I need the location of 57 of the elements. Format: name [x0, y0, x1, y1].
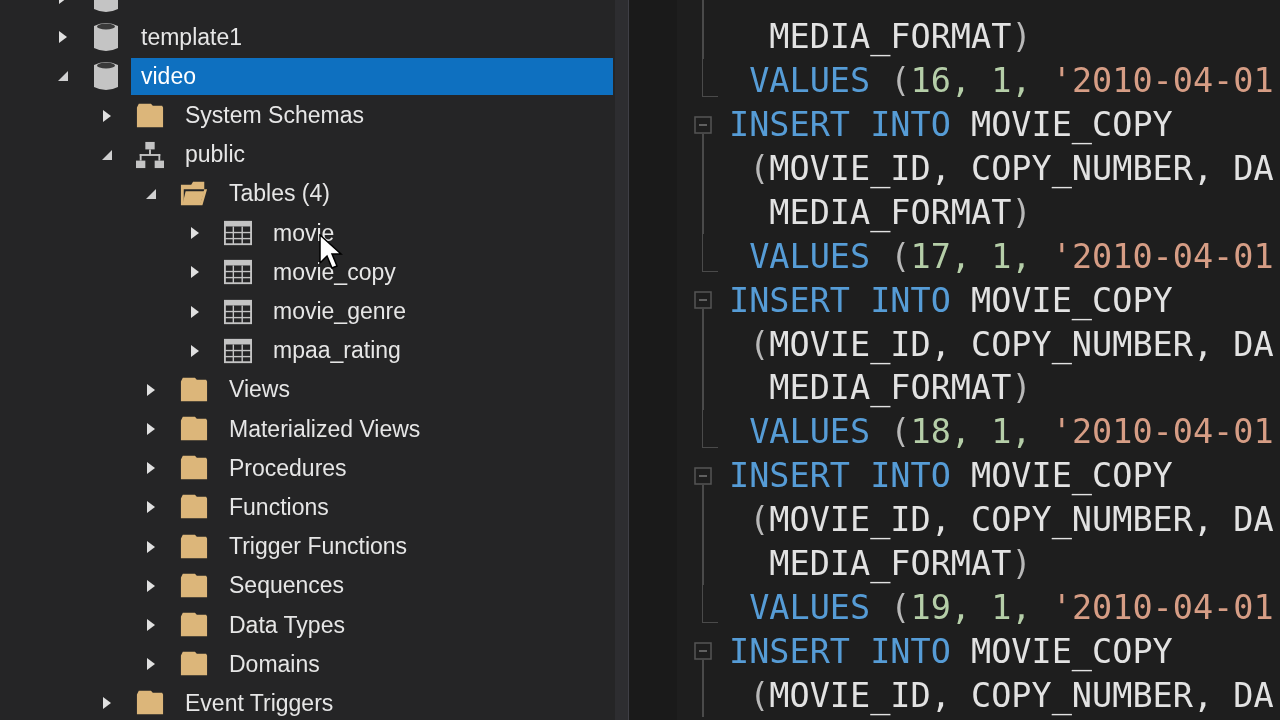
tree-item[interactable]: template1	[131, 18, 613, 56]
code-line: (MOVIE_ID, COPY_NUMBER, DA	[748, 149, 1274, 188]
code-line: INSERT INTO MOVIE_COPY	[729, 280, 1173, 320]
folder-icon	[180, 455, 208, 482]
code-line: INSERT INTO MOVIE_COPY	[729, 105, 1173, 145]
table-icon	[224, 337, 252, 364]
code-line: MEDIA_FORMAT)	[768, 17, 1032, 57]
tree-item[interactable]: Tables (4)	[219, 175, 613, 213]
tree-item[interactable]: video	[131, 57, 613, 95]
tree-item[interactable]: Materialized Views	[219, 410, 613, 448]
tree-item[interactable]: Trigger Functions	[219, 528, 613, 566]
hierarchy-icon	[136, 140, 164, 169]
folder-icon	[180, 651, 208, 678]
folder-icon	[180, 572, 208, 599]
code-line: (MOVIE_ID, COPY_NUMBER, DA	[748, 324, 1274, 364]
table-icon	[224, 298, 252, 325]
folder-icon	[180, 612, 208, 638]
tree-item[interactable]: mpaa_rating	[263, 332, 613, 370]
collapse-icon[interactable]	[694, 291, 712, 310]
tree-item[interactable]: System Schemas	[175, 97, 613, 135]
folder-icon	[136, 102, 164, 129]
code-line: INSERT INTO MOVIE_COPY	[729, 631, 1173, 671]
collapse-icon[interactable]	[694, 115, 712, 134]
code-line: MEDIA_FORMAT)	[768, 544, 1032, 583]
database-icon	[92, 60, 120, 93]
tree-item[interactable]: Domains	[219, 645, 613, 683]
tree-item[interactable]: Event Triggers	[175, 684, 613, 720]
folder-icon	[180, 533, 208, 560]
folder-icon	[180, 494, 208, 521]
collapse-icon[interactable]	[694, 642, 712, 661]
tree-item[interactable]: movie	[263, 214, 613, 252]
collapse-icon[interactable]	[694, 466, 712, 485]
database-icon	[92, 21, 120, 54]
table-icon	[224, 220, 252, 247]
code-line: (MOVIE_ID, COPY_NUMBER, DA	[748, 675, 1274, 715]
tree-item[interactable]: movie_genre	[263, 293, 613, 330]
tree-item[interactable]: Data Types	[219, 606, 613, 644]
code-line: VALUES (16, 1, '2010-04-01	[748, 61, 1274, 101]
tree-item[interactable]: Sequences	[219, 567, 613, 605]
code-line: MEDIA_FORMAT)	[768, 368, 1032, 408]
tree-item[interactable]: Views	[219, 371, 613, 409]
folder-icon	[180, 180, 208, 207]
tree-item[interactable]: public	[175, 136, 613, 174]
tree-item[interactable]: Procedures	[219, 449, 613, 487]
code-line: INSERT INTO MOVIE_COPY	[729, 456, 1173, 496]
code-line: (MOVIE_ID, COPY_NUMBER, DA	[748, 500, 1274, 540]
table-icon	[224, 259, 252, 286]
folder-icon	[136, 690, 164, 717]
tree-item[interactable]: Functions	[219, 488, 613, 526]
folder-icon	[180, 416, 208, 443]
code-line: MEDIA_FORMAT)	[768, 192, 1032, 232]
code-line: VALUES (19, 1, '2010-04-01	[748, 587, 1274, 627]
folder-icon	[180, 376, 208, 403]
tree-item[interactable]: movie_copy	[263, 253, 613, 291]
code-line: VALUES (18, 1, '2010-04-01	[748, 412, 1274, 452]
collapse-arrow-icon[interactable]	[56, 69, 70, 84]
code-line: VALUES (17, 1, '2010-04-01	[748, 236, 1274, 276]
